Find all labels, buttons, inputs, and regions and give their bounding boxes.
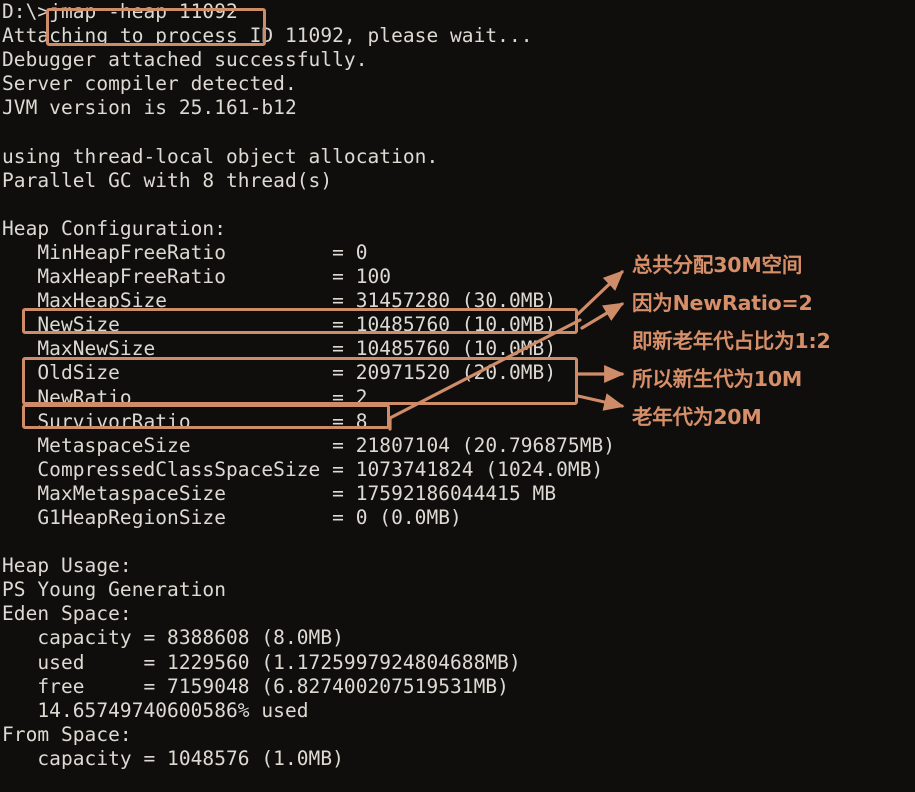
terminal-line: Heap Usage:: [2, 554, 132, 578]
terminal-line: Server compiler detected.: [2, 72, 297, 96]
terminal-line: PS Young Generation: [2, 578, 227, 602]
terminal-line: Parallel GC with 8 thread(s): [2, 168, 333, 192]
terminal-line: capacity = 1048576 (1.0MB): [2, 746, 344, 770]
terminal-line: Eden Space:: [2, 602, 132, 626]
terminal-line: MaxHeapSize = 31457280 (30.0MB): [2, 289, 557, 313]
terminal-line: MaxHeapFreeRatio = 100: [2, 265, 392, 289]
terminal-line: Debugger attached successfully.: [2, 48, 368, 72]
terminal-line: Attaching to process ID 11092, please wa…: [2, 24, 533, 48]
terminal-output: D:\>jmap -heap 11092 Attaching to process…: [0, 0, 915, 771]
terminal-line: MaxNewSize = 10485760 (10.0MB): [2, 337, 557, 361]
terminal-line: From Space:: [2, 722, 132, 746]
terminal-line: Heap Configuration:: [2, 216, 227, 240]
terminal-line: NewRatio = 2: [2, 385, 368, 409]
terminal-line: used = 1229560 (1.1725997924804688MB): [2, 650, 521, 674]
terminal-window: D:\>jmap -heap 11092 Attaching to process…: [0, 0, 915, 792]
terminal-line: MetaspaceSize = 21807104 (20.796875MB): [2, 433, 616, 457]
terminal-line: free = 7159048 (6.827400207519531MB): [2, 674, 509, 698]
terminal-line: capacity = 8388608 (8.0MB): [2, 626, 344, 650]
terminal-line: using thread-local object allocation.: [2, 144, 439, 168]
terminal-line: G1HeapRegionSize = 0 (0.0MB): [2, 505, 462, 529]
terminal-line: D:\>jmap -heap 11092: [2, 0, 238, 23]
terminal-line: MaxMetaspaceSize = 17592186044415 MB: [2, 481, 557, 505]
terminal-line: SurvivorRatio = 8: [2, 409, 368, 433]
terminal-line: 14.65749740600586% used: [2, 698, 309, 722]
terminal-line: JVM version is 25.161-b12: [2, 96, 297, 120]
terminal-line: OldSize = 20971520 (20.0MB): [2, 361, 557, 385]
terminal-line: NewSize = 10485760 (10.0MB): [2, 313, 557, 337]
terminal-line: CompressedClassSpaceSize = 1073741824 (1…: [2, 457, 604, 481]
terminal-line: MinHeapFreeRatio = 0: [2, 240, 368, 264]
